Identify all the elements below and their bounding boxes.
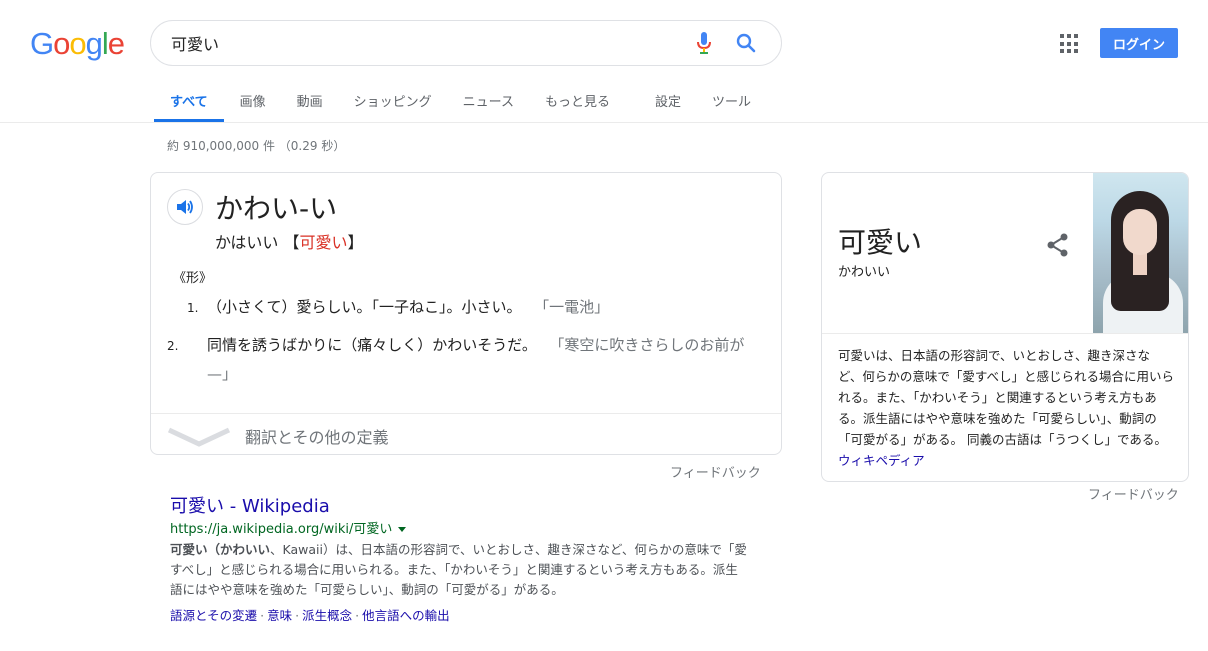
tab-videos[interactable]: 動画 <box>297 78 323 122</box>
reading-prefix: かはいい 【 <box>215 233 300 252</box>
knowledge-panel-subtitle: かわいい <box>838 265 891 280</box>
divider <box>822 333 1188 334</box>
definition-text: （小さくて）愛らしい。「一子ねこ」。小さい。 <box>207 298 522 316</box>
share-icon[interactable] <box>1044 231 1072 259</box>
dictionary-reading: かはいい 【可愛い】 <box>215 229 363 253</box>
sublink[interactable]: 語源とその変遷 <box>170 608 257 623</box>
tab-all[interactable]: すべて <box>154 78 224 122</box>
tab-tools[interactable]: ツール <box>712 78 751 122</box>
apps-grid-icon[interactable] <box>1060 34 1080 54</box>
sublink[interactable]: 意味 <box>267 608 292 623</box>
microphone-icon[interactable] <box>689 28 719 58</box>
definition-example: 「一電池」 <box>541 298 610 316</box>
definition-text: 同情を誘うばかりに（痛々しく）かわいそうだ。 <box>207 336 537 354</box>
logo-letter: G <box>30 26 54 61</box>
search-tabs: すべて 画像 動画 ショッピング ニュース もっと見る 設定 ツール <box>154 78 782 122</box>
divider <box>151 413 781 414</box>
wikipedia-link[interactable]: ウィキペディア <box>838 453 925 468</box>
dictionary-headword: かわい-い <box>215 192 338 225</box>
knowledge-panel-description: 可愛いは、日本語の形容詞で、いとおしさ、趣き深さなど、何らかの意味で「愛すべし」… <box>838 345 1174 471</box>
reading-suffix: 】 <box>347 233 364 252</box>
result-url-text: https://ja.wikipedia.org/wiki/可愛い <box>170 522 393 537</box>
feedback-link[interactable]: フィードバック <box>670 462 761 481</box>
dictionary-card: かわい-い かはいい 【可愛い】 《形》 1. （小さくて）愛らしい。「一子ねこ」… <box>150 172 782 455</box>
definition-number: 2. <box>167 339 179 353</box>
result-sublinks: 語源とその変遷 · 意味 · 派生概念 · 他言語への輸出 <box>170 608 450 623</box>
knowledge-panel: 可愛い かわいい 可愛いは、日本語の形容詞で、いとおしさ、趣き深さなど、何らかの… <box>821 172 1189 482</box>
tab-news[interactable]: ニュース <box>463 78 514 122</box>
logo-letter: g <box>85 26 103 61</box>
caret-down-icon[interactable] <box>398 527 407 532</box>
definition-item: 2. 同情を誘うばかりに（痛々しく）かわいそうだ。 「寒空に吹きさらしのお前が—」 <box>167 331 757 388</box>
login-button[interactable]: ログイン <box>1100 28 1178 58</box>
more-definitions-label: 翻訳とその他の定義 <box>245 428 389 447</box>
snippet-bold: 可愛い（かわいい <box>170 542 271 557</box>
sublink[interactable]: 他言語への輸出 <box>362 608 450 623</box>
sublink[interactable]: 派生概念 <box>302 608 352 623</box>
google-logo[interactable]: Google <box>30 26 125 62</box>
result-snippet: 可愛い（かわいい、Kawaii）は、日本語の形容詞で、いとおしさ、趣き深さなど、… <box>170 540 750 600</box>
logo-letter: o <box>69 26 86 61</box>
result-stats: 約 910,000,000 件 （0.29 秒） <box>167 139 346 153</box>
result-url[interactable]: https://ja.wikipedia.org/wiki/可愛い <box>170 518 407 537</box>
logo-letter: o <box>53 26 70 61</box>
tab-shopping[interactable]: ショッピング <box>354 78 432 122</box>
knowledge-panel-title: 可愛い <box>838 226 923 259</box>
search-icon[interactable] <box>731 28 761 58</box>
more-definitions-button[interactable]: 翻訳とその他の定義 <box>167 421 389 451</box>
search-input[interactable]: 可愛い <box>171 31 689 55</box>
logo-letter: e <box>107 26 125 61</box>
tab-settings[interactable]: 設定 <box>655 78 681 122</box>
definition-item: 1. （小さくて）愛らしい。「一子ねこ」。小さい。 「一電池」 <box>187 293 757 322</box>
search-box[interactable]: 可愛い <box>150 20 782 66</box>
chevron-down-icon <box>167 427 231 447</box>
speaker-icon[interactable] <box>167 189 203 225</box>
definition-number: 1. <box>187 301 199 315</box>
part-of-speech: 《形》 <box>173 271 213 286</box>
result-title-link[interactable]: 可愛い - Wikipedia <box>170 492 330 518</box>
tab-more[interactable]: もっと見る <box>545 78 610 122</box>
reading-kanji: 可愛い <box>299 233 348 252</box>
knowledge-panel-image[interactable] <box>1093 173 1188 333</box>
tab-images[interactable]: 画像 <box>240 78 266 122</box>
feedback-link[interactable]: フィードバック <box>1088 484 1179 503</box>
tab-divider <box>0 122 1208 123</box>
description-text: 可愛いは、日本語の形容詞で、いとおしさ、趣き深さなど、何らかの意味で「愛すべし」… <box>838 348 1175 447</box>
